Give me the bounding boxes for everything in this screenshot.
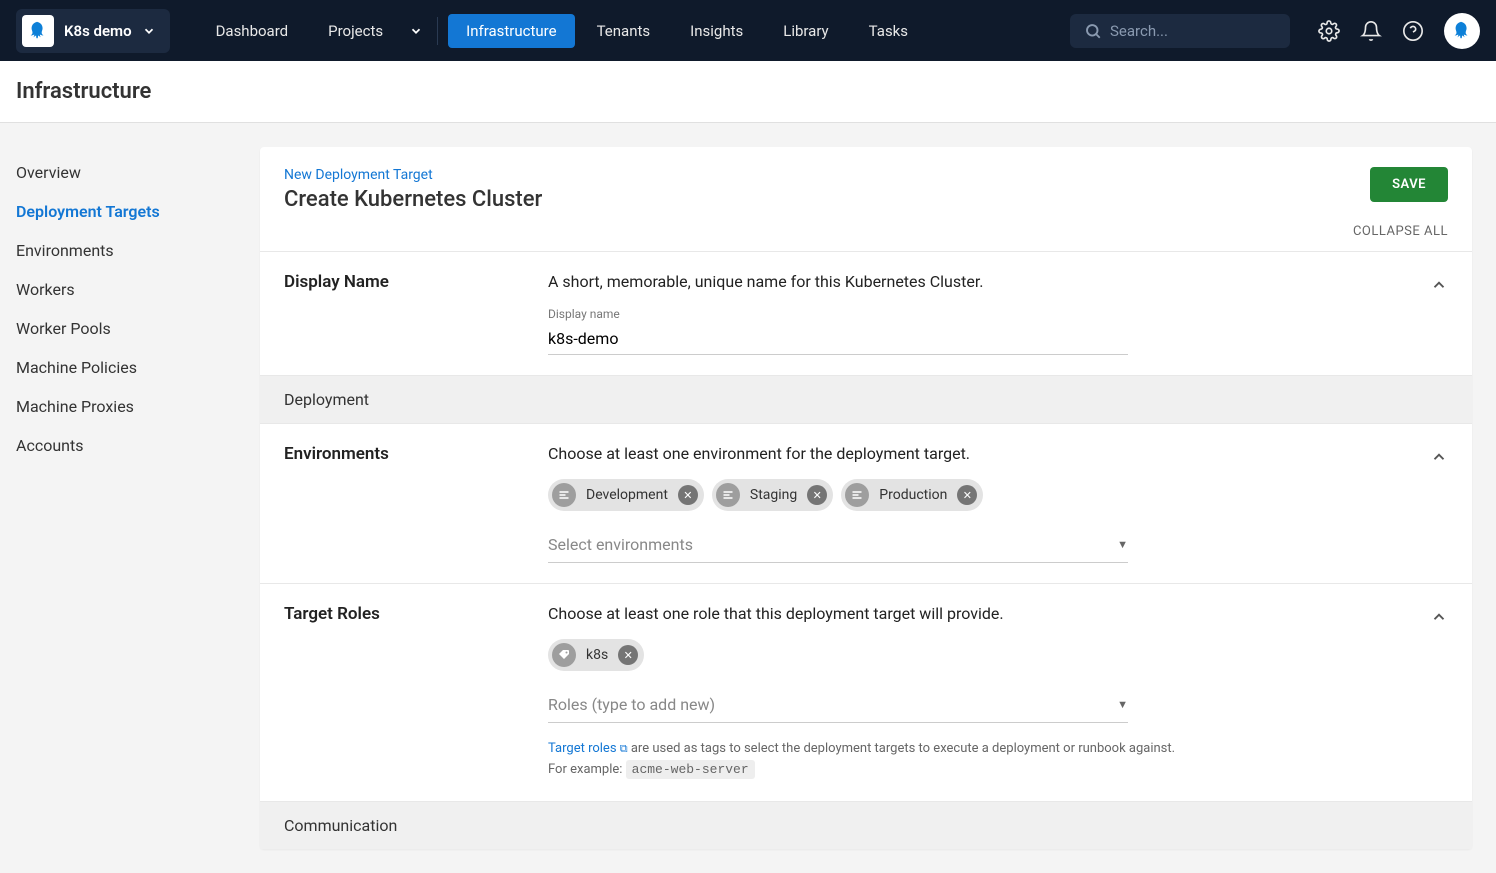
sidebar-item-machine-proxies[interactable]: Machine Proxies	[16, 387, 244, 426]
external-link-icon: ⧉	[620, 742, 628, 755]
main-nav: Dashboard Projects Infrastructure Tenant…	[198, 14, 926, 48]
group-communication: Communication	[260, 801, 1472, 849]
chip-remove-button[interactable]: ✕	[678, 485, 698, 505]
tag-icon	[552, 643, 576, 667]
field-label: Display name	[548, 307, 1406, 321]
page-title: Infrastructure	[16, 79, 1480, 104]
nav-dashboard[interactable]: Dashboard	[198, 14, 307, 48]
environment-chips: Development ✕ Staging ✕ Production	[548, 479, 1406, 511]
topbar: K8s demo Dashboard Projects Infrastructu…	[0, 0, 1496, 61]
chip-remove-button[interactable]: ✕	[618, 645, 638, 665]
environment-icon	[552, 483, 576, 507]
help-text: Target roles ⧉ are used as tags to selec…	[548, 739, 1406, 781]
chevron-down-icon[interactable]	[405, 24, 427, 38]
dropdown-arrow-icon: ▼	[1117, 538, 1128, 551]
space-selector[interactable]: K8s demo	[16, 9, 170, 53]
chip-label: Production	[879, 487, 947, 503]
sidebar-item-machine-policies[interactable]: Machine Policies	[16, 348, 244, 387]
sidebar-item-environments[interactable]: Environments	[16, 231, 244, 270]
group-deployment: Deployment	[260, 375, 1472, 423]
collapse-section-button[interactable]	[1430, 444, 1448, 563]
section-display-name: Display Name A short, memorable, unique …	[260, 251, 1472, 375]
gear-icon[interactable]	[1318, 20, 1340, 42]
section-desc: Choose at least one role that this deplo…	[548, 604, 1406, 623]
dropdown-arrow-icon: ▼	[1117, 698, 1128, 711]
select-placeholder: Roles (type to add new)	[548, 695, 715, 714]
target-roles-help-link[interactable]: Target roles ⧉	[548, 741, 628, 756]
roles-input[interactable]: Roles (type to add new) ▼	[548, 687, 1128, 723]
card-title: Create Kubernetes Cluster	[284, 187, 542, 212]
help-suffix: are used as tags to select the deploymen…	[628, 741, 1175, 756]
collapse-section-button[interactable]	[1430, 272, 1448, 355]
section-target-roles: Target Roles Choose at least one role th…	[260, 583, 1472, 801]
chip-label: Development	[586, 487, 668, 503]
section-desc: Choose at least one environment for the …	[548, 444, 1406, 463]
nav-library[interactable]: Library	[765, 14, 846, 48]
example-prefix: For example:	[548, 762, 626, 777]
save-button[interactable]: SAVE	[1370, 167, 1448, 202]
section-label: Environments	[284, 444, 524, 563]
chip-environment: Production ✕	[841, 479, 983, 511]
nav-projects[interactable]: Projects	[310, 14, 401, 48]
section-label: Target Roles	[284, 604, 524, 781]
chevron-down-icon	[142, 24, 156, 38]
sidebar-item-worker-pools[interactable]: Worker Pools	[16, 309, 244, 348]
sidebar: Overview Deployment Targets Environments…	[0, 123, 260, 873]
main-card: New Deployment Target Create Kubernetes …	[260, 147, 1472, 849]
select-placeholder: Select environments	[548, 535, 693, 554]
chip-label: Staging	[750, 487, 797, 503]
nav-divider	[437, 17, 438, 45]
user-avatar[interactable]	[1444, 13, 1480, 49]
nav-infrastructure[interactable]: Infrastructure	[448, 14, 574, 48]
chip-remove-button[interactable]: ✕	[807, 485, 827, 505]
help-icon[interactable]	[1402, 20, 1424, 42]
chip-label: k8s	[586, 647, 608, 663]
section-desc: A short, memorable, unique name for this…	[548, 272, 1406, 291]
search-icon	[1084, 22, 1102, 40]
top-icons	[1318, 13, 1480, 49]
sidebar-item-overview[interactable]: Overview	[16, 153, 244, 192]
chip-remove-button[interactable]: ✕	[957, 485, 977, 505]
search-box[interactable]	[1070, 14, 1290, 48]
chip-environment: Development ✕	[548, 479, 704, 511]
octopus-logo-icon	[22, 15, 54, 47]
example-code: acme-web-server	[626, 760, 755, 779]
bell-icon[interactable]	[1360, 20, 1382, 42]
nav-insights[interactable]: Insights	[672, 14, 761, 48]
environments-select[interactable]: Select environments ▼	[548, 527, 1128, 563]
page-header: Infrastructure	[0, 61, 1496, 123]
search-input[interactable]	[1110, 22, 1309, 40]
breadcrumb-link[interactable]: New Deployment Target	[284, 167, 542, 183]
collapse-section-button[interactable]	[1430, 604, 1448, 781]
display-name-input[interactable]	[548, 323, 1128, 355]
collapse-all-button[interactable]: COLLAPSE ALL	[260, 224, 1472, 251]
space-name: K8s demo	[64, 22, 132, 40]
environment-icon	[716, 483, 740, 507]
chip-environment: Staging ✕	[712, 479, 833, 511]
nav-tenants[interactable]: Tenants	[579, 14, 669, 48]
role-chips: k8s ✕	[548, 639, 1406, 671]
chip-role: k8s ✕	[548, 639, 644, 671]
environment-icon	[845, 483, 869, 507]
sidebar-item-workers[interactable]: Workers	[16, 270, 244, 309]
sidebar-item-accounts[interactable]: Accounts	[16, 426, 244, 465]
nav-tasks[interactable]: Tasks	[851, 14, 926, 48]
section-label: Display Name	[284, 272, 524, 355]
section-environments: Environments Choose at least one environ…	[260, 423, 1472, 583]
sidebar-item-deployment-targets[interactable]: Deployment Targets	[16, 192, 244, 231]
